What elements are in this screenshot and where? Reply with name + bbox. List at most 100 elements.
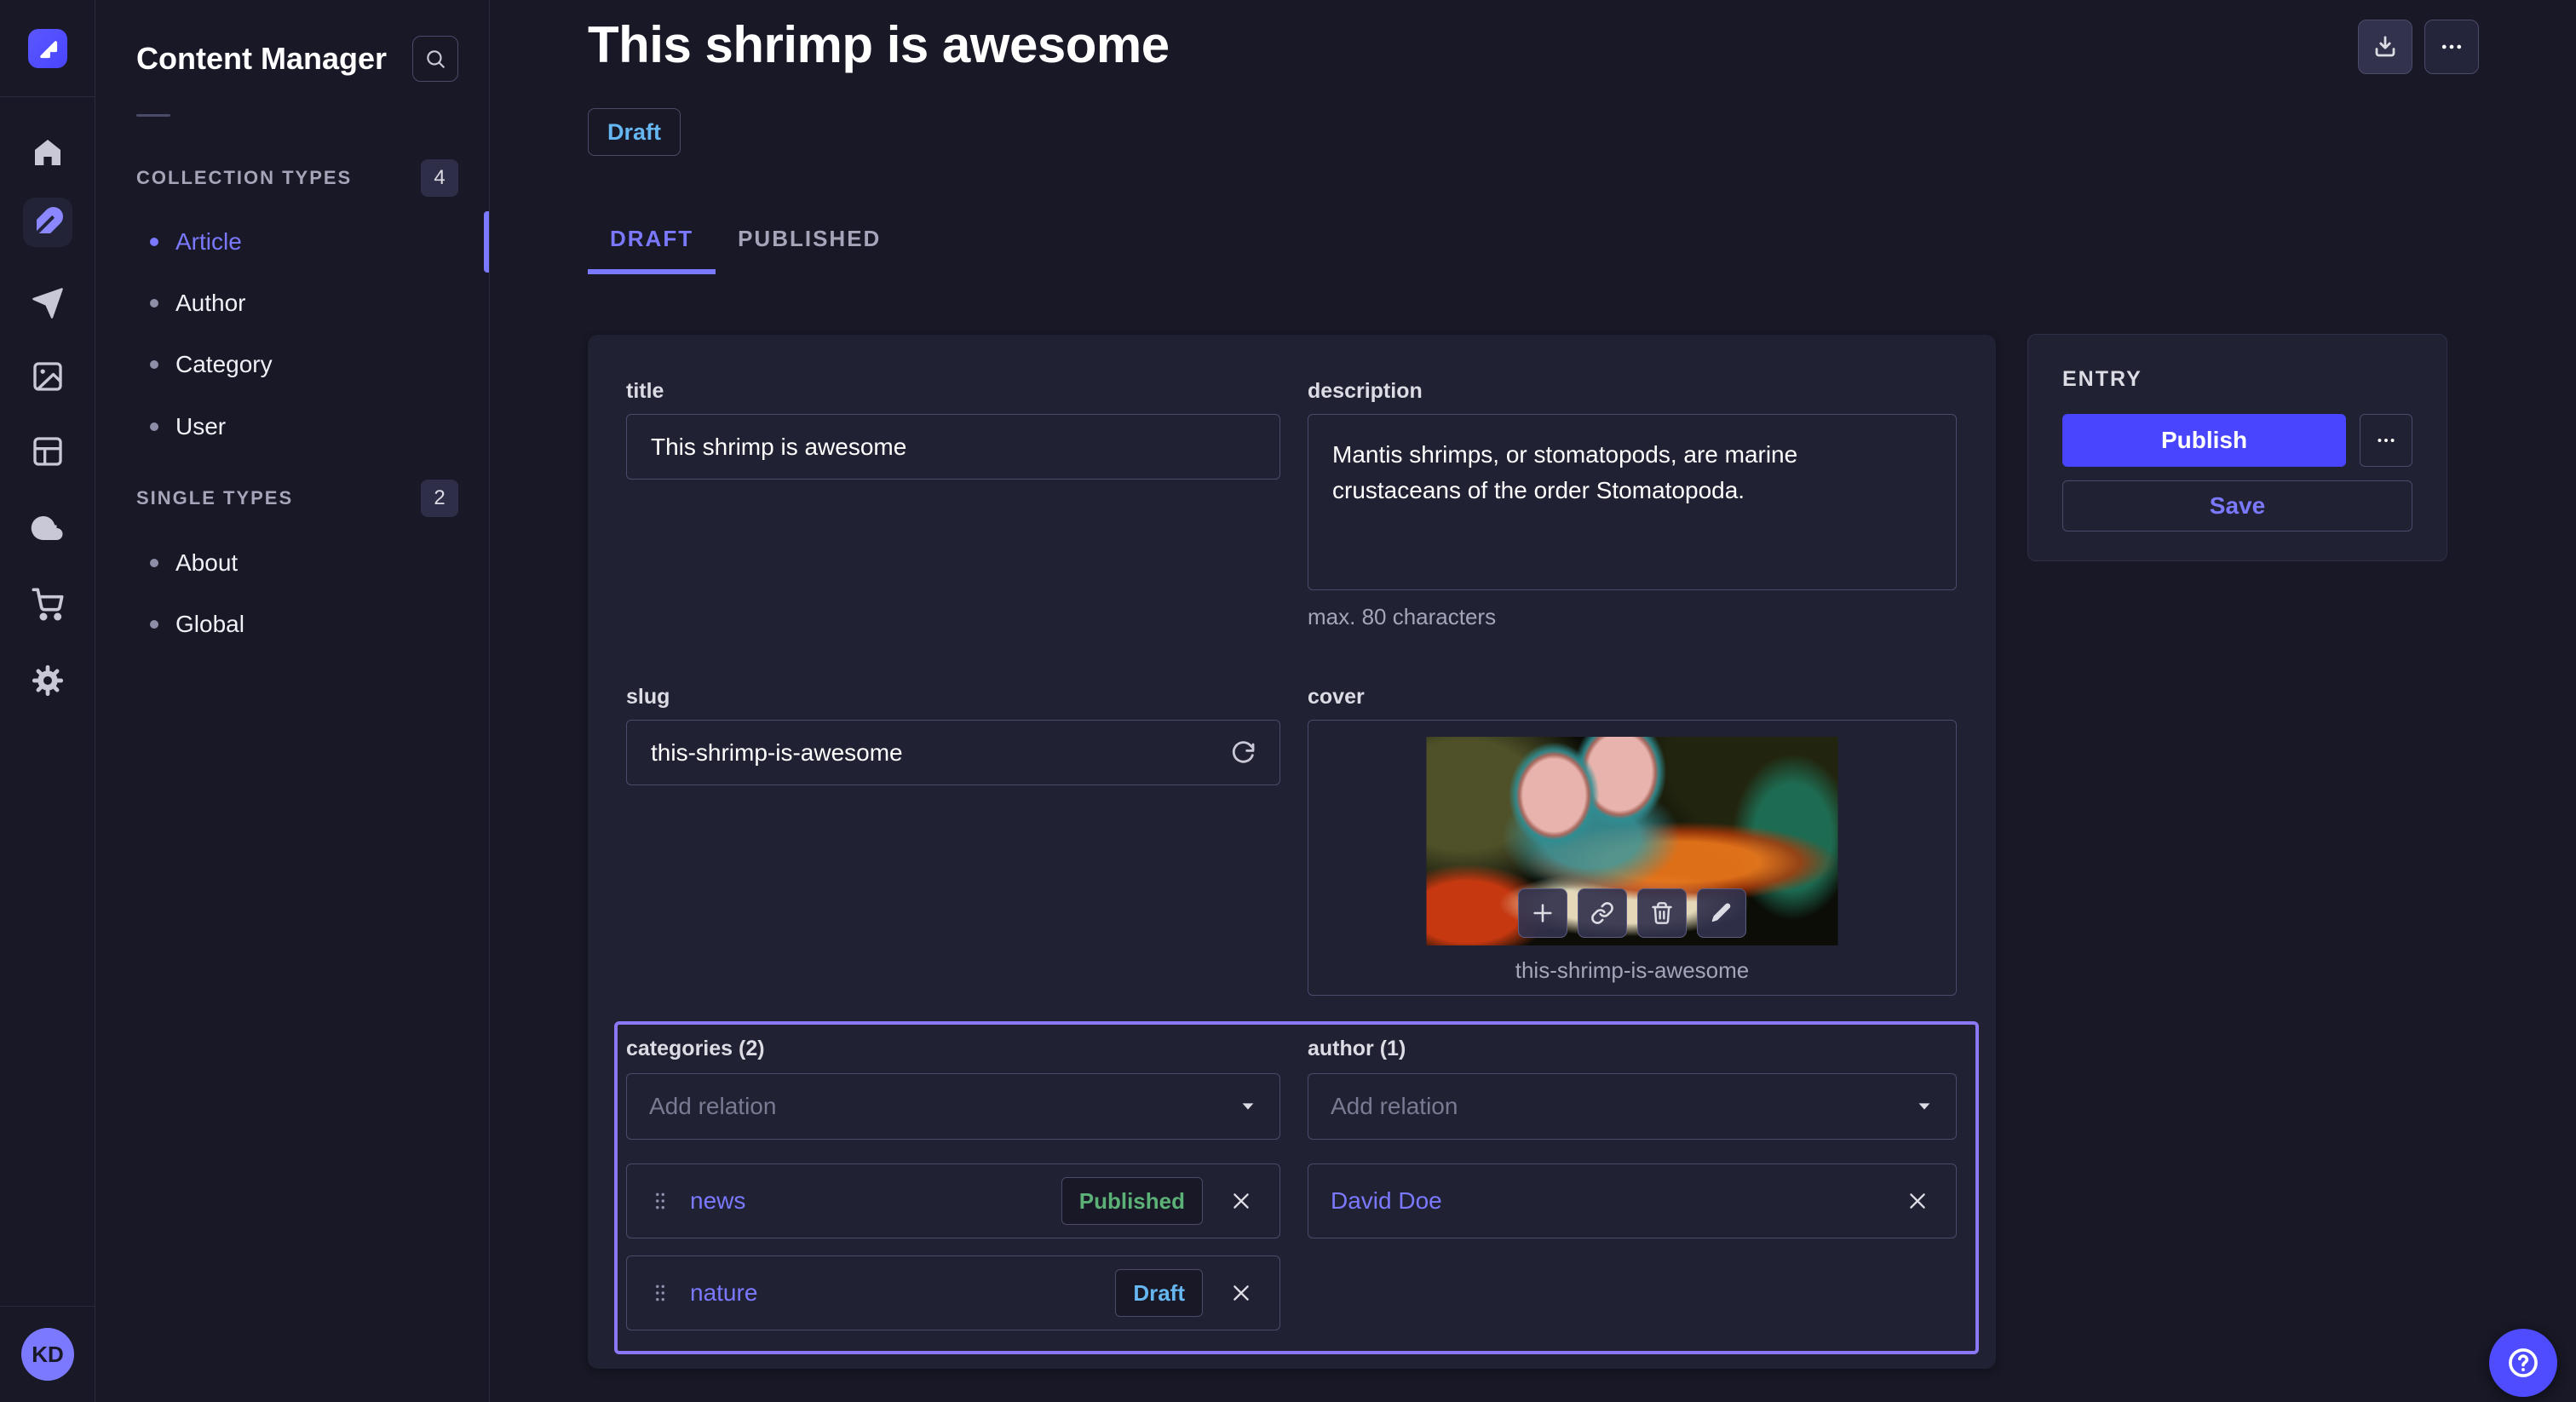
bullet-icon — [150, 299, 158, 307]
remove-relation-icon[interactable] — [1225, 1277, 1257, 1309]
remove-relation-icon[interactable] — [1901, 1185, 1934, 1217]
rail-divider — [0, 96, 95, 97]
layout-icon[interactable] — [23, 427, 72, 476]
title-input[interactable] — [626, 414, 1280, 480]
copy-link-button[interactable] — [1578, 888, 1627, 938]
description-textarea[interactable]: Mantis shrimps, or stomatopods, are mari… — [1308, 414, 1957, 590]
subnav-title: Content Manager — [136, 41, 387, 77]
publish-button[interactable]: Publish — [2062, 414, 2346, 467]
help-button[interactable] — [2489, 1329, 2557, 1397]
user-avatar[interactable]: KD — [21, 1328, 74, 1381]
sidebar-item-user[interactable]: User — [150, 396, 226, 457]
sidebar-item-label: Article — [175, 228, 242, 256]
main-nav-rail: KD — [0, 0, 95, 1402]
relation-row-nature: nature Draft — [626, 1255, 1280, 1330]
delete-media-icon — [1650, 901, 1674, 925]
header-actions — [2358, 20, 2479, 74]
release-send-icon[interactable] — [23, 279, 72, 328]
edit-form-card: title description Mantis shrimps, or sto… — [588, 335, 1996, 1369]
author-label: author (1) — [1308, 1037, 1957, 1061]
author-placeholder: Add relation — [1331, 1093, 1458, 1120]
download-button[interactable] — [2358, 20, 2412, 74]
relation-status-badge: Draft — [1115, 1269, 1203, 1317]
tab-published[interactable]: PUBLISHED — [716, 208, 903, 274]
entry-panel-title: ENTRY — [2062, 367, 2412, 392]
marketplace-cart-icon[interactable] — [23, 579, 72, 629]
categories-placeholder: Add relation — [649, 1093, 776, 1120]
more-options-button[interactable] — [2424, 20, 2479, 74]
collection-types-count: 4 — [421, 159, 458, 197]
rail-divider — [0, 1306, 95, 1307]
download-icon — [2372, 34, 2398, 60]
sidebar-item-author[interactable]: Author — [150, 273, 246, 334]
relation-row-david-doe: David Doe — [1308, 1164, 1957, 1238]
page-title: This shrimp is awesome — [588, 15, 1170, 74]
remove-relation-icon[interactable] — [1225, 1185, 1257, 1217]
version-tabs: DRAFT PUBLISHED — [588, 208, 903, 274]
active-item-indicator — [484, 211, 489, 273]
slug-input[interactable] — [626, 720, 1280, 785]
help-question-icon — [2505, 1345, 2541, 1381]
single-types-label: SINGLE TYPES — [136, 487, 293, 509]
field-title: title — [626, 379, 1280, 630]
settings-gear-icon[interactable] — [23, 656, 72, 705]
sidebar-item-label: About — [175, 549, 238, 577]
sidebar-item-global[interactable]: Global — [150, 594, 244, 655]
bullet-icon — [150, 559, 158, 567]
content-feather-icon[interactable] — [23, 198, 72, 247]
sidebar-item-label: Author — [175, 290, 246, 317]
entry-panel: ENTRY Publish Save — [2027, 334, 2447, 561]
edit-media-button[interactable] — [1697, 888, 1746, 938]
add-media-icon — [1531, 901, 1555, 925]
chevron-down-icon — [1239, 1097, 1257, 1116]
categories-label: categories (2) — [626, 1037, 1280, 1061]
sidebar-item-label: Category — [175, 351, 273, 378]
relation-link[interactable]: news — [690, 1187, 1061, 1215]
relation-row-news: news Published — [626, 1164, 1280, 1238]
cover-caption: this-shrimp-is-awesome — [1308, 957, 1956, 984]
relation-link[interactable]: nature — [690, 1279, 1115, 1307]
drag-handle-icon[interactable] — [649, 1190, 671, 1212]
field-cover: cover — [1308, 685, 1957, 996]
delete-media-button[interactable] — [1637, 888, 1687, 938]
cloud-icon[interactable] — [23, 503, 72, 553]
categories-relation-list: news Published nature — [626, 1164, 1280, 1330]
field-cover-label: cover — [1308, 685, 1957, 710]
media-library-icon[interactable] — [23, 352, 72, 401]
author-add-relation-select[interactable]: Add relation — [1308, 1073, 1957, 1140]
sidebar-item-category[interactable]: Category — [150, 334, 273, 395]
field-categories: categories (2) Add relation — [626, 1037, 1280, 1330]
cover-media-box: this-shrimp-is-awesome — [1308, 720, 1957, 996]
entry-more-button[interactable] — [2360, 414, 2412, 467]
search-button[interactable] — [412, 36, 458, 82]
strapi-logo[interactable] — [28, 29, 67, 68]
field-description: description Mantis shrimps, or stomatopo… — [1308, 379, 1957, 630]
chevron-down-icon — [1915, 1097, 1934, 1116]
refresh-icon[interactable] — [1224, 734, 1262, 772]
bullet-icon — [150, 360, 158, 369]
more-options-icon — [2439, 34, 2464, 60]
description-hint: max. 80 characters — [1308, 604, 1957, 630]
tab-draft[interactable]: DRAFT — [588, 208, 716, 274]
field-author: author (1) Add relation David Doe — [1308, 1037, 1957, 1330]
more-options-icon — [2375, 429, 2397, 451]
home-icon[interactable] — [23, 128, 72, 177]
copy-link-icon — [1590, 901, 1614, 925]
drag-handle-icon[interactable] — [649, 1282, 671, 1304]
cover-actions — [1518, 888, 1746, 938]
save-button[interactable]: Save — [2062, 480, 2412, 531]
sidebar-item-article[interactable]: Article — [150, 211, 242, 273]
author-relation-list: David Doe — [1308, 1164, 1957, 1238]
relation-status-badge: Published — [1061, 1177, 1203, 1225]
sidebar-item-label: User — [175, 413, 226, 440]
edit-media-icon — [1710, 901, 1734, 925]
search-icon — [424, 48, 446, 70]
add-media-button[interactable] — [1518, 888, 1567, 938]
relation-link[interactable]: David Doe — [1331, 1187, 1901, 1215]
categories-add-relation-select[interactable]: Add relation — [626, 1073, 1280, 1140]
field-description-label: description — [1308, 379, 1957, 404]
single-types-count: 2 — [421, 480, 458, 517]
bullet-icon — [150, 422, 158, 431]
sidebar-item-about[interactable]: About — [150, 532, 238, 594]
subnav-divider — [136, 114, 170, 117]
